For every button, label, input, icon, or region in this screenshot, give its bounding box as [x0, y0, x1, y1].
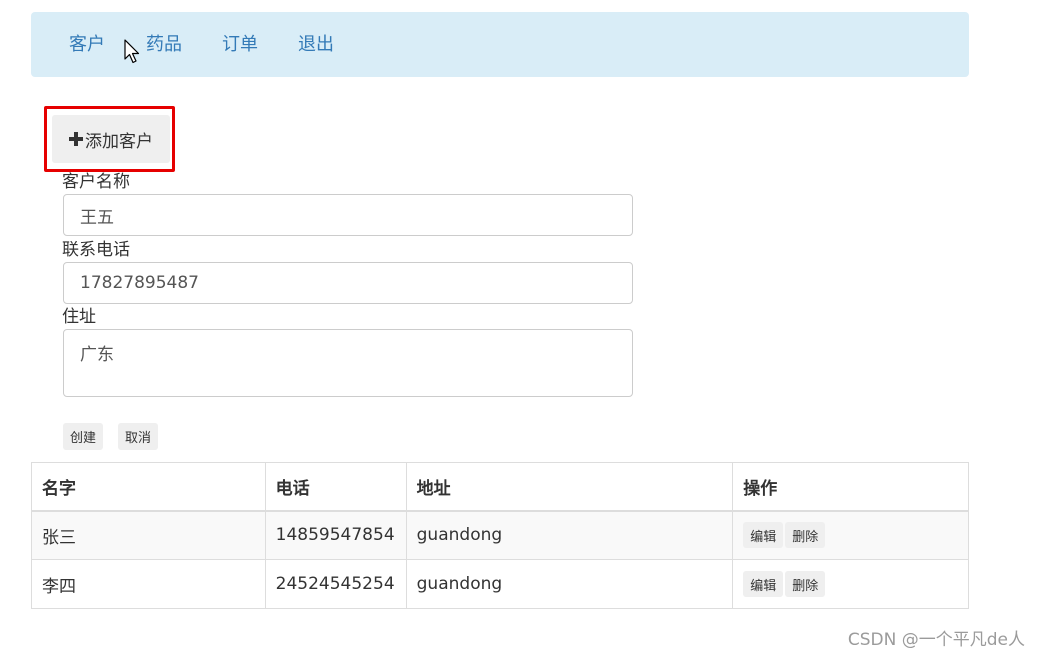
mouse-cursor-icon	[124, 39, 140, 64]
phone-input[interactable]	[63, 262, 633, 304]
add-customer-label: 添加客户	[85, 131, 153, 152]
top-navbar: 客户 药品 订单 退出	[31, 12, 969, 77]
address-label: 住址	[62, 307, 96, 327]
cell-address: guandong	[405, 559, 734, 609]
edit-button[interactable]: 编辑	[743, 522, 784, 549]
plus-icon	[69, 132, 83, 146]
nav-item-orders[interactable]: 订单	[222, 33, 258, 57]
cell-name: 李四	[31, 559, 266, 609]
cell-phone: 14859547854	[264, 510, 407, 560]
column-header-address: 地址	[405, 462, 734, 512]
cell-phone: 24524545254	[264, 559, 407, 609]
column-header-phone: 电话	[264, 462, 407, 512]
column-header-actions: 操作	[732, 462, 969, 512]
watermark: CSDN @一个平凡de人	[847, 630, 1025, 650]
edit-button[interactable]: 编辑	[743, 571, 784, 597]
column-header-name: 名字	[31, 462, 266, 512]
address-textarea[interactable]: 广东	[63, 329, 633, 397]
cancel-button[interactable]: 取消	[118, 423, 159, 450]
customer-name-input[interactable]	[63, 194, 633, 236]
table-row: 李四 24524545254 guandong 编辑 删除	[31, 559, 969, 609]
cell-address: guandong	[405, 510, 734, 560]
highlight-box: 添加客户	[44, 106, 175, 172]
delete-button[interactable]: 删除	[785, 571, 826, 597]
create-button[interactable]: 创建	[63, 423, 104, 450]
cell-actions: 编辑 删除	[732, 559, 969, 609]
delete-button[interactable]: 删除	[785, 522, 826, 549]
cell-name: 张三	[31, 510, 266, 560]
nav-item-customers[interactable]: 客户	[69, 33, 105, 57]
customer-name-label: 客户名称	[62, 172, 130, 192]
table-row: 张三 14859547854 guandong 编辑 删除	[31, 510, 969, 560]
add-customer-button[interactable]: 添加客户	[52, 115, 170, 163]
phone-label: 联系电话	[62, 240, 130, 260]
nav-item-medicines[interactable]: 药品	[146, 33, 182, 57]
customer-table: 名字 电话 地址 操作 张三 14859547854 guandong 编辑 删除…	[31, 462, 969, 609]
cell-actions: 编辑 删除	[732, 510, 969, 560]
table-header-row: 名字 电话 地址 操作	[31, 462, 969, 512]
nav-item-logout[interactable]: 退出	[298, 33, 334, 57]
